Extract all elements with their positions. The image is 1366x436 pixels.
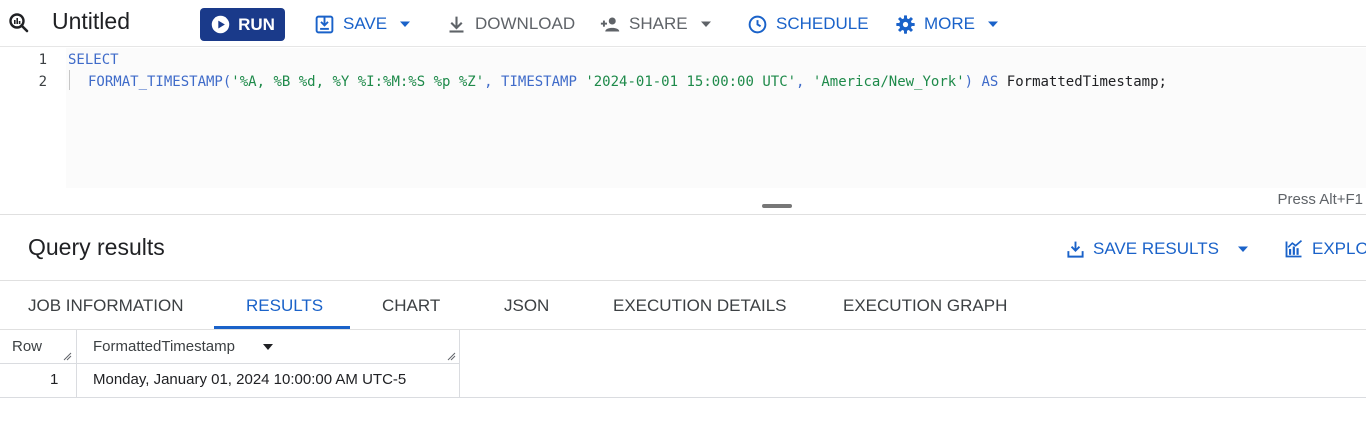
query-icon xyxy=(9,13,29,33)
gear-icon xyxy=(896,14,915,34)
column-resize-handle-icon[interactable] xyxy=(62,351,72,361)
line-number: 2 xyxy=(38,74,47,90)
tab-chart[interactable]: CHART xyxy=(382,296,440,316)
divider xyxy=(0,214,1366,215)
more-button[interactable]: MORE xyxy=(895,12,999,36)
query-title[interactable]: Untitled xyxy=(52,8,130,35)
save-icon xyxy=(315,15,334,33)
column-header-formatted-timestamp[interactable]: FormattedTimestamp xyxy=(93,338,235,355)
code-token: , xyxy=(484,74,502,90)
divider xyxy=(0,329,1366,330)
save-results-label: SAVE RESULTS xyxy=(1093,239,1219,258)
clock-icon xyxy=(748,15,767,33)
chevron-down-icon xyxy=(1237,246,1248,252)
line-number: 1 xyxy=(38,52,47,68)
explore-label: EXPLOR xyxy=(1312,239,1366,258)
divider xyxy=(0,280,1366,281)
run-label: RUN xyxy=(238,14,275,34)
tab-results[interactable]: RESULTS xyxy=(246,296,323,316)
share-label: SHARE xyxy=(629,14,688,33)
tab-execution-details[interactable]: EXECUTION DETAILS xyxy=(613,296,787,316)
run-button[interactable]: RUN xyxy=(200,8,285,41)
code-token: , xyxy=(796,74,813,90)
download-label: DOWNLOAD xyxy=(475,14,576,33)
code-line[interactable]: SELECT xyxy=(68,52,119,68)
share-button[interactable]: SHARE xyxy=(600,12,712,36)
explore-button[interactable]: EXPLOR xyxy=(1284,237,1366,261)
column-resize-handle-icon[interactable] xyxy=(446,351,456,361)
save-button[interactable]: SAVE xyxy=(314,12,411,36)
table-grid-line xyxy=(459,330,460,398)
chevron-down-icon xyxy=(700,21,711,27)
column-header-row: Row xyxy=(12,338,43,355)
accessibility-hint: Press Alt+F1 xyxy=(1277,191,1363,208)
download-icon xyxy=(1067,241,1084,258)
code-token: FormattedTimestamp; xyxy=(1006,74,1167,90)
download-icon xyxy=(449,16,464,33)
tab-execution-graph[interactable]: EXECUTION GRAPH xyxy=(843,296,1007,316)
code-token: AS xyxy=(981,74,1007,90)
code-token: TIMESTAMP xyxy=(501,74,586,90)
indent-guide xyxy=(69,70,70,90)
sort-caret-icon[interactable] xyxy=(262,342,274,352)
table-grid-line xyxy=(0,397,1366,398)
table-grid-line xyxy=(0,363,460,364)
play-icon xyxy=(211,15,230,34)
chevron-down-icon xyxy=(988,21,998,27)
more-label: MORE xyxy=(924,14,975,33)
add-person-icon xyxy=(600,17,620,31)
tab-json[interactable]: JSON xyxy=(504,296,549,316)
schedule-button[interactable]: SCHEDULE xyxy=(747,12,869,36)
code-token: '%A, %B %d, %Y %I:%M:%S %p %Z' xyxy=(231,74,485,90)
row-number-cell: 1 xyxy=(50,371,59,388)
download-button[interactable]: DOWNLOAD xyxy=(446,12,575,36)
code-token: SELECT xyxy=(68,52,119,68)
formatted-timestamp-cell[interactable]: Monday, January 01, 2024 10:00:00 AM UTC… xyxy=(93,371,406,388)
editor-toolbar: Untitled RUN SAVE DOWNLOAD SHARE SCHEDUL… xyxy=(0,0,1366,47)
save-label: SAVE xyxy=(343,14,388,33)
table-grid-line xyxy=(76,330,77,398)
code-token: 'America/New_York' xyxy=(812,74,965,90)
tab-job-information[interactable]: JOB INFORMATION xyxy=(28,296,184,316)
line-number-gutter: 1 2 xyxy=(0,48,66,188)
save-results-button[interactable]: SAVE RESULTS xyxy=(1066,237,1249,261)
editor-resize-handle[interactable] xyxy=(762,204,792,208)
schedule-label: SCHEDULE xyxy=(776,14,869,33)
code-token: ) xyxy=(964,74,982,90)
chevron-down-icon xyxy=(400,21,411,27)
results-title: Query results xyxy=(28,234,165,260)
code-token: '2024-01-01 15:00:00 UTC' xyxy=(585,74,797,90)
chart-icon xyxy=(1285,240,1303,258)
sql-editor[interactable]: 1 2 SELECT FORMAT_TIMESTAMP('%A, %B %d, … xyxy=(0,48,1366,214)
code-line[interactable]: FORMAT_TIMESTAMP('%A, %B %d, %Y %I:%M:%S… xyxy=(88,74,1167,90)
code-area[interactable] xyxy=(66,48,1366,188)
code-token: FORMAT_TIMESTAMP( xyxy=(88,74,232,90)
